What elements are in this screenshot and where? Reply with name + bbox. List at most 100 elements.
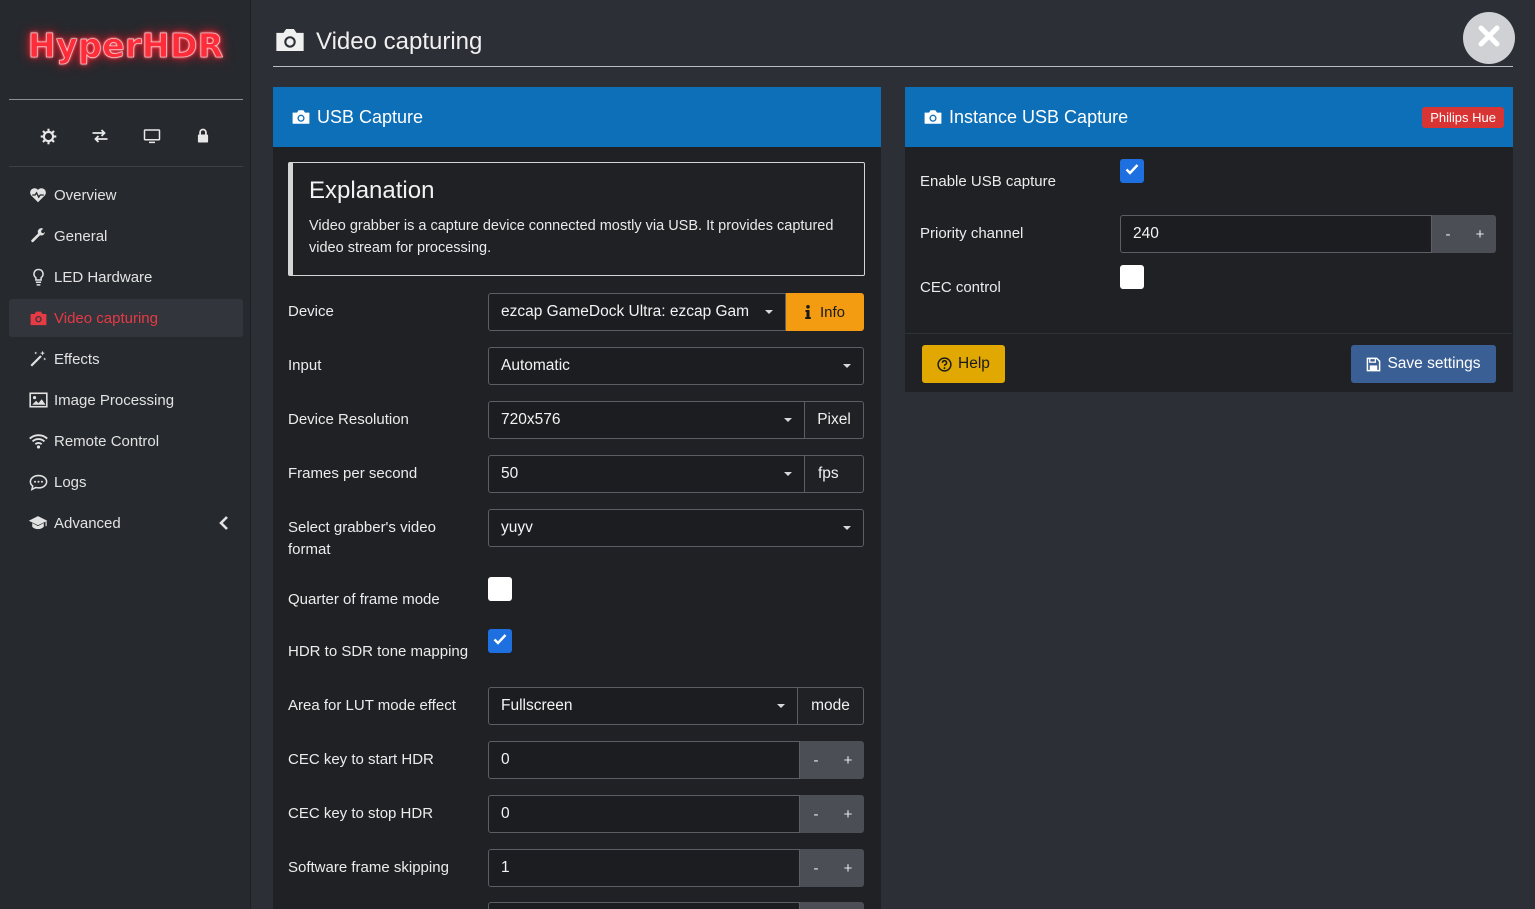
lut-label: Area for LUT mode effect [288,697,456,714]
save-settings-button[interactable]: Save settings [1351,345,1496,383]
save-icon [1366,357,1381,372]
increment-button[interactable]: + [1464,215,1496,253]
device-control: ezcap GameDock Ultra: ezcap Gam Info [488,293,864,331]
hdr-checkbox[interactable] [488,629,512,653]
info-icon [805,305,811,319]
caret-down-icon [765,310,773,314]
usb-capture-panel-header: USB Capture [273,87,881,147]
device-value: ezcap GameDock Ultra: ezcap Gam [501,303,750,320]
quarter-checkbox[interactable] [488,577,512,601]
lock-icon[interactable] [193,126,213,146]
device-select[interactable]: ezcap GameDock Ultra: ezcap Gam [488,293,786,331]
close-button[interactable] [1463,12,1515,64]
caret-down-icon [843,364,851,368]
cec-control-checkbox[interactable] [1120,265,1144,289]
instance-badge: Philips Hue [1422,107,1504,128]
lightbulb-icon [28,268,48,286]
fps-select[interactable]: 50 [488,455,805,493]
resolution-label: Device Resolution [288,411,409,428]
decrement-button[interactable]: - [1432,215,1464,253]
title-divider [273,66,1513,67]
cec-control-label: CEC control [920,279,1001,296]
quarter-label: Quarter of frame mode [288,591,440,608]
camera-icon [28,309,48,327]
input-select[interactable]: Automatic [488,347,864,385]
format-value: yuyv [501,519,533,536]
chat-icon [28,473,48,491]
sidebar-item-video-capturing[interactable]: Video capturing [9,299,243,337]
resolution-value: 720x576 [501,411,561,428]
decrement-button[interactable]: - [800,741,832,779]
page-title: Video capturing [316,28,483,55]
close-icon [1477,24,1501,53]
resolution-control: 720x576 Pixel [488,401,864,439]
sidebar-item-label: Remote Control [54,432,160,450]
panel-title: Instance USB Capture [949,106,1129,127]
sidebar-item-label: Advanced [54,514,121,532]
help-button[interactable]: Help [922,345,1005,383]
resolution-select[interactable]: 720x576 [488,401,805,439]
check-icon [493,632,507,650]
sidebar-item-led-hardware[interactable]: LED Hardware [9,258,243,296]
hdr-label: HDR to SDR tone mapping [288,643,469,660]
gear-icon[interactable] [39,126,59,146]
priority-control: 240 - + [1120,215,1496,253]
sidebar-item-logs[interactable]: Logs [9,463,243,501]
monitor-icon[interactable] [142,126,162,146]
sidebar-item-label: Logs [54,473,87,491]
explanation-heading: Explanation [309,177,435,204]
lut-select[interactable]: Fullscreen [488,687,798,725]
sidebar-item-remote-control[interactable]: Remote Control [9,422,243,460]
cec-start-control: 0 - + [488,741,864,779]
sidebar-nav: Overview General LED Hardware Video capt… [9,176,243,545]
sidebar-item-advanced[interactable]: Advanced [9,504,243,542]
input-label: Input [288,357,322,374]
logo-divider [9,99,243,100]
increment-button[interactable]: + [832,795,864,833]
frame-skip-input[interactable]: 1 [488,849,800,887]
format-select[interactable]: yuyv [488,509,864,547]
panel-title: USB Capture [317,106,424,127]
enable-usb-checkbox[interactable] [1120,159,1144,183]
info-button[interactable]: Info [786,293,864,331]
toolbar-divider [9,166,243,167]
priority-input[interactable]: 240 [1120,215,1432,253]
caret-down-icon [843,526,851,530]
frame-skip-label: Software frame skipping [288,859,449,876]
device-label: Device [288,303,334,320]
resolution-unit: Pixel [805,401,864,439]
fps-label: Frames per second [288,465,418,482]
sidebar-item-label: Image Processing [54,391,175,409]
camera-icon [923,109,943,125]
cec-start-input[interactable]: 0 [488,741,800,779]
enable-usb-label: Enable USB capture [920,173,1056,190]
sidebar-item-image-processing[interactable]: Image Processing [9,381,243,419]
heartbeat-icon [28,186,48,204]
app-logo[interactable]: HyperHDR [28,26,224,66]
sidebar-item-label: Video capturing [54,309,158,327]
decrement-button[interactable]: - [800,795,832,833]
sidebar: HyperHDR Overview General LED Hardware V… [0,0,251,909]
camera-icon [291,109,311,125]
cec-stop-input[interactable]: 0 [488,795,800,833]
help-button-label: Help [958,355,990,372]
increment-button[interactable]: + [832,741,864,779]
sidebar-item-label: LED Hardware [54,268,153,286]
exchange-icon[interactable] [90,126,110,146]
save-button-label: Save settings [1387,355,1481,372]
next-input-partial[interactable] [488,902,800,909]
sidebar-item-general[interactable]: General [9,217,243,255]
caret-down-icon [784,472,792,476]
camera-icon [274,27,306,58]
next-stepper-partial[interactable] [800,902,864,909]
magic-wand-icon [28,350,48,368]
decrement-button[interactable]: - [800,849,832,887]
sidebar-item-effects[interactable]: Effects [9,340,243,378]
increment-button[interactable]: + [832,849,864,887]
chevron-left-icon[interactable] [219,515,229,535]
format-control: yuyv [488,509,864,547]
fps-control: 50 fps [488,455,864,493]
sidebar-toolbar [9,112,243,160]
sidebar-item-label: Overview [54,186,117,204]
sidebar-item-overview[interactable]: Overview [9,176,243,214]
